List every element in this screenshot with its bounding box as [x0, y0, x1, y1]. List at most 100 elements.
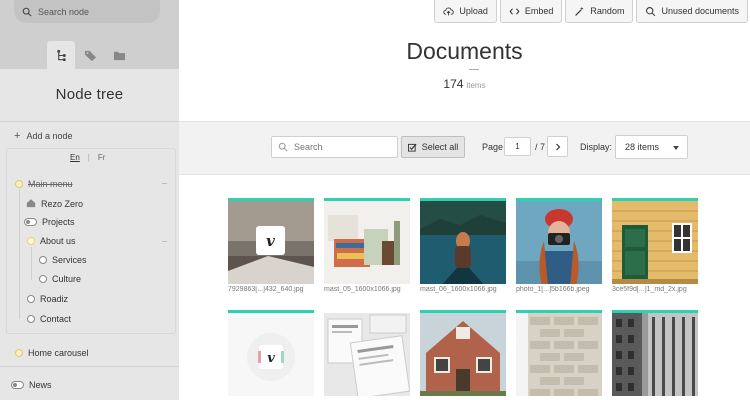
display-label: Display:	[580, 142, 613, 152]
document-image: v	[228, 198, 314, 284]
tree-item-home-carousel[interactable]: Home carousel	[15, 348, 89, 358]
document-thumbnail[interactable]: v 7929863[...]432_640.jpg	[228, 198, 314, 293]
upload-label: Upload	[459, 6, 488, 16]
svg-text:v: v	[266, 232, 275, 250]
items-per-page-value: 28 items	[625, 142, 660, 152]
tree-item-main-menu[interactable]: Main menu	[15, 179, 73, 189]
unused-documents-button[interactable]: Unused documents	[636, 0, 748, 23]
tag-icon	[84, 50, 96, 61]
page-label: Page	[482, 142, 504, 152]
tree-item-label: Culture	[52, 274, 82, 284]
document-image	[420, 198, 506, 284]
tree-item-label: Contact	[40, 314, 72, 324]
tree-item-dash	[162, 183, 167, 184]
main-content: Upload Embed Random Unused documents Doc…	[179, 0, 750, 400]
document-thumbnail[interactable]	[420, 310, 506, 398]
search-icon	[278, 142, 288, 152]
node-status-icon	[27, 315, 35, 323]
search-icon	[22, 7, 32, 17]
tree-item-label: Home carousel	[28, 348, 89, 358]
tree-item-label: Projects	[42, 217, 75, 227]
document-thumbnail[interactable]	[612, 310, 698, 398]
document-thumbnail[interactable]: mast_05_1600x1066.jpg	[324, 198, 410, 293]
tree-item-projects[interactable]: Projects	[24, 217, 75, 227]
document-image	[324, 198, 410, 284]
add-node-button[interactable]: + Add a node	[14, 130, 72, 142]
folder-icon	[113, 51, 125, 60]
document-filename: 7929863[...]432_640.jpg	[228, 286, 304, 293]
node-toggle-icon	[11, 381, 24, 389]
plus-icon: +	[14, 130, 21, 142]
tree-item-news[interactable]: News	[11, 380, 52, 390]
document-thumbnail[interactable]	[324, 310, 410, 398]
tree-item-label: About us	[40, 236, 76, 246]
random-button[interactable]: Random	[565, 0, 634, 23]
node-status-icon	[39, 256, 47, 264]
divider	[0, 121, 179, 122]
document-image	[516, 198, 602, 284]
tree-item-about-us[interactable]: About us	[27, 236, 76, 246]
chevron-right-icon	[555, 143, 560, 150]
next-page-button[interactable]	[547, 136, 568, 157]
node-search-input[interactable]: Search node	[14, 0, 160, 23]
node-status-icon	[15, 349, 23, 357]
document-search-input[interactable]	[294, 142, 389, 152]
code-icon	[509, 7, 520, 15]
select-all-label: Select all	[421, 142, 459, 152]
document-search-field[interactable]	[271, 136, 398, 158]
tree-item-culture[interactable]: Culture	[39, 274, 81, 284]
document-image	[612, 310, 698, 396]
item-count: 174 items	[179, 77, 750, 91]
document-image	[612, 198, 698, 284]
node-status-icon	[27, 237, 35, 245]
document-image	[420, 310, 506, 396]
document-filter-bar: Select all Page 1 / 7 Display: 28 items	[179, 121, 750, 175]
tree-item-label: Rezo Zero	[41, 199, 84, 209]
tree-item-dash	[162, 241, 167, 242]
sidebar: Search node Node tree + Add a node En | …	[0, 0, 179, 400]
lang-en[interactable]: En	[70, 153, 80, 162]
lang-fr[interactable]: Fr	[98, 153, 106, 162]
tab-folders[interactable]	[105, 41, 133, 69]
item-count-unit: items	[466, 81, 486, 90]
divider	[0, 366, 179, 367]
sidebar-header: Search node	[0, 0, 179, 69]
document-thumbnail[interactable]: mast_06_1600x1066.jpg	[420, 198, 506, 293]
document-filename: mast_06_1600x1066.jpg	[420, 286, 497, 293]
document-image	[516, 310, 602, 396]
document-filename: 3ce5f9d[...]1_md_2x.jpg	[612, 286, 687, 293]
tree-item-rezo-zero[interactable]: Rezo Zero	[26, 198, 83, 210]
magic-wand-icon	[575, 6, 585, 16]
document-image: v	[228, 310, 314, 396]
node-toggle-icon	[24, 218, 37, 226]
document-actions: Upload Embed Random Unused documents	[434, 0, 748, 23]
document-image	[324, 310, 410, 396]
items-per-page-select[interactable]: 28 items	[615, 135, 688, 159]
sidebar-title: Node tree	[55, 86, 124, 103]
sidebar-tabs	[47, 41, 134, 69]
embed-button[interactable]: Embed	[499, 0, 563, 23]
document-thumbnail[interactable]: 3ce5f9d[...]1_md_2x.jpg	[612, 198, 698, 293]
page-number-input[interactable]: 1	[504, 137, 531, 156]
document-filename: mast_05_1600x1066.jpg	[324, 286, 401, 293]
tree-item-label: Roadiz	[40, 294, 69, 304]
tree-item-services[interactable]: Services	[39, 255, 87, 265]
tree-item-contact[interactable]: Contact	[27, 314, 71, 324]
page-total: / 7	[535, 142, 546, 152]
tree-item-label: Main menu	[28, 179, 73, 189]
tree-item-roadiz[interactable]: Roadiz	[27, 294, 68, 304]
random-label: Random	[590, 6, 625, 16]
tree-item-label: Services	[52, 255, 87, 265]
document-thumbnail[interactable]	[516, 310, 602, 398]
document-thumbnail[interactable]: photo_1[...]5b166b.jpeg	[516, 198, 602, 293]
document-filename: photo_1[...]5b166b.jpeg	[516, 286, 590, 293]
select-all-button[interactable]: Select all	[401, 136, 465, 158]
tab-tags[interactable]	[76, 41, 104, 69]
tree-item-label: News	[29, 380, 52, 390]
cloud-upload-icon	[443, 7, 455, 15]
upload-button[interactable]: Upload	[434, 0, 497, 23]
add-node-label: Add a node	[26, 131, 73, 141]
document-thumbnail[interactable]: v	[228, 310, 314, 398]
tab-node-tree[interactable]	[47, 41, 75, 69]
tree-guide-line	[19, 189, 20, 319]
